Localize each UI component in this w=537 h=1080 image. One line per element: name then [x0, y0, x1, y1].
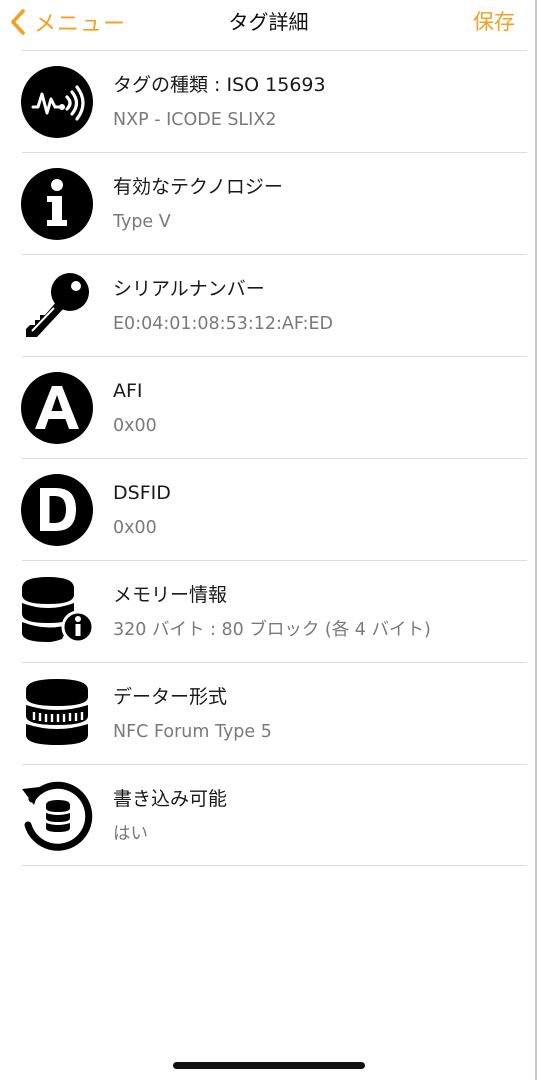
technologies-value: Type V [113, 212, 171, 232]
writable-value: はい [113, 824, 148, 844]
afi-value: 0x00 [113, 416, 157, 436]
save-button[interactable]: 保存 [473, 6, 515, 36]
info-icon [18, 165, 96, 243]
key-icon [18, 267, 96, 345]
home-indicator[interactable] [173, 1062, 365, 1069]
memory-info-label: メモリー情報 [113, 584, 228, 606]
back-button[interactable]: メニュー [8, 4, 126, 40]
list-item-technologies[interactable]: 有効なテクノロジー Type V [21, 152, 527, 254]
back-button-label: メニュー [34, 12, 127, 37]
list-item-afi[interactable]: AFI 0x00 [21, 356, 527, 458]
dsfid-value: 0x00 [113, 518, 157, 538]
navigation-bar: メニュー タグ詳細 保存 [0, 0, 537, 44]
data-format-label: データー形式 [113, 686, 228, 708]
nfc-tag-icon [18, 63, 96, 141]
afi-label: AFI [113, 380, 143, 402]
dsfid-label: DSFID [113, 482, 171, 504]
list-item-data-format[interactable]: データー形式 NFC Forum Type 5 [22, 662, 527, 764]
chevron-left-icon [11, 9, 25, 35]
memory-info-value: 320 バイト : 80 ブロック (各 4 バイト) [113, 620, 431, 640]
list-item-serial-number[interactable]: シリアルナンバー E0:04:01:08:53:12:AF:ED [22, 254, 527, 356]
serial-number-label: シリアルナンバー [113, 278, 265, 300]
list-item-tag-type[interactable]: タグの種類 : ISO 15693 NXP - ICODE SLIX2 [21, 50, 527, 152]
tag-info-list: タグの種類 : ISO 15693 NXP - ICODE SLIX2 有効なテ… [0, 50, 537, 866]
letter-a-icon [18, 369, 96, 447]
database-info-icon [18, 573, 96, 651]
database-format-icon [18, 675, 96, 753]
list-item-dsfid[interactable]: DSFID 0x00 [21, 458, 527, 560]
tag-detail-screen: メニュー タグ詳細 保存 タグの種類 : ISO 15693 NXP - ICO… [0, 0, 537, 1080]
data-format-value: NFC Forum Type 5 [113, 722, 272, 742]
technologies-label: 有効なテクノロジー [113, 176, 283, 198]
database-refresh-icon [18, 777, 96, 855]
tag-type-label: タグの種類 : ISO 15693 [113, 74, 326, 96]
list-item-writable[interactable]: 書き込み可能 はい [22, 764, 527, 866]
serial-number-value: E0:04:01:08:53:12:AF:ED [113, 314, 334, 334]
writable-label: 書き込み可能 [113, 788, 228, 810]
letter-d-icon [18, 471, 96, 549]
list-item-memory-info[interactable]: メモリー情報 320 バイト : 80 ブロック (各 4 バイト) [22, 560, 527, 662]
tag-type-value: NXP - ICODE SLIX2 [113, 110, 277, 130]
